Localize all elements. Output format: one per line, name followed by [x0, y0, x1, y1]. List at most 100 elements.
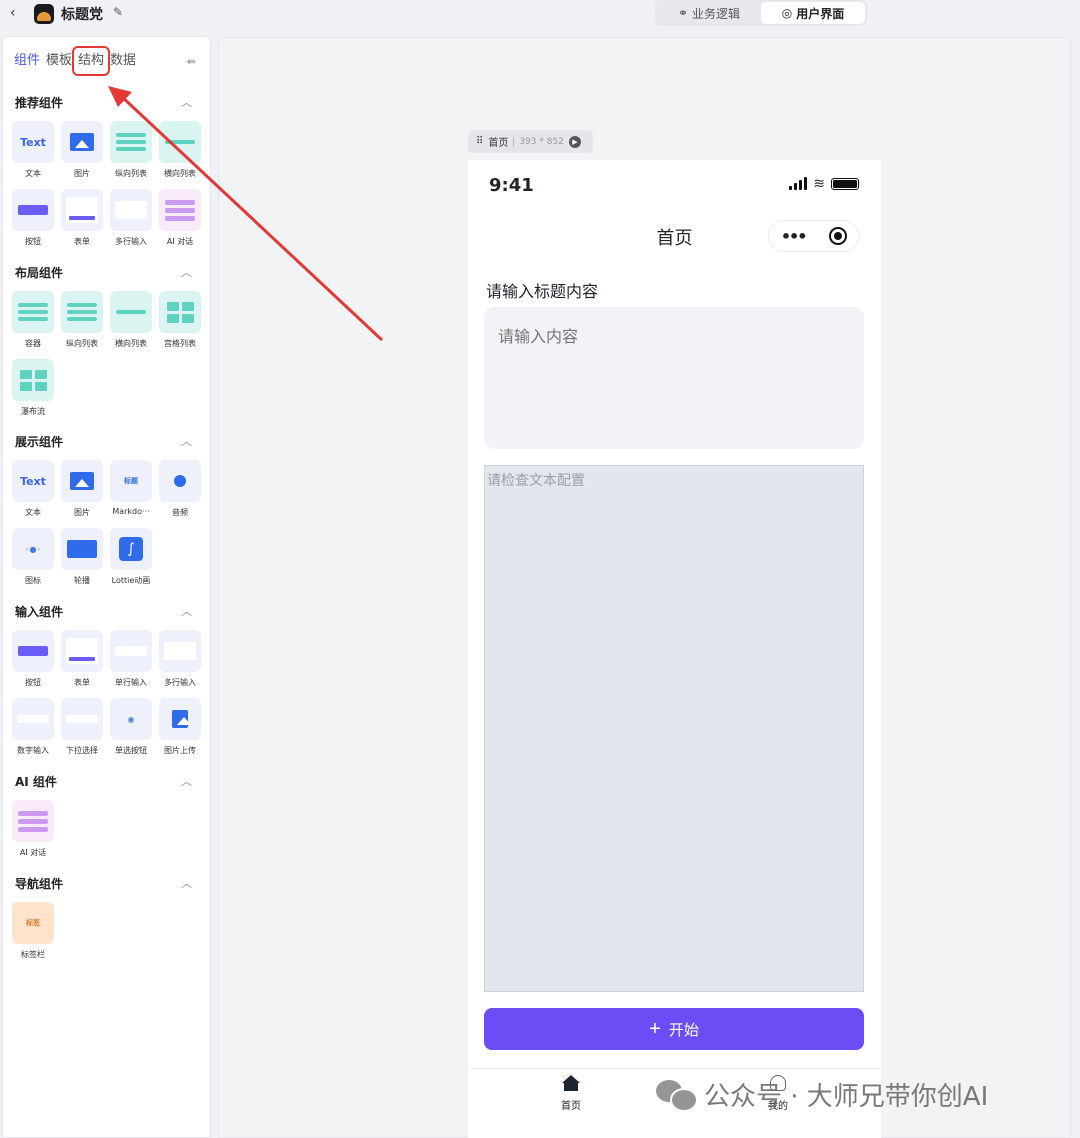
component-image[interactable]: 图片 [60, 121, 104, 179]
component-single-line-input[interactable]: 单行输入 [109, 630, 153, 688]
component-vertical-list[interactable]: 纵向列表 [109, 121, 153, 179]
text-output[interactable]: 请检查文本配置 [484, 465, 864, 992]
lottie-icon: ∫ [119, 537, 143, 561]
watermark: 公众号 · 大师兄带你创AI [656, 1076, 988, 1113]
list-icon [116, 130, 146, 154]
section-title-navigation: 导航组件 [15, 877, 64, 891]
component-icon[interactable]: ◦●◦ 图标 [11, 528, 55, 586]
component-tab-bar[interactable]: 标签 标签栏 [11, 902, 55, 960]
list-icon [165, 137, 195, 147]
chevron-left-icon[interactable]: ‹ [10, 5, 16, 21]
input-icon [115, 201, 147, 219]
component-multiline-input[interactable]: 多行输入 [158, 630, 202, 688]
app-title: 标题党 [61, 7, 103, 23]
tabbar-item-home[interactable]: 首页 [541, 1075, 601, 1112]
waterfall-icon [19, 369, 47, 391]
markdown-icon: 标题 [124, 477, 138, 485]
radio-icon: ◉ [127, 714, 135, 724]
component-dropdown[interactable]: 下拉选择 [60, 698, 104, 756]
content-textarea[interactable] [484, 307, 864, 449]
text-glyph: Text [20, 135, 46, 149]
close-target-icon[interactable] [829, 227, 848, 245]
tab-templates[interactable]: 模板 [44, 50, 74, 72]
chevron-up-icon[interactable]: ︿ [181, 433, 192, 449]
start-button[interactable]: + 开始 [484, 1008, 864, 1050]
collapse-panel-icon[interactable]: ⇚ [187, 55, 196, 68]
button-icon [18, 646, 48, 656]
component-button[interactable]: 按钮 [11, 189, 55, 247]
grid-icon [166, 301, 194, 323]
audio-icon [174, 475, 186, 487]
signal-icon [789, 177, 808, 190]
tab-structure[interactable]: 结构 [72, 46, 111, 76]
tab-components[interactable]: 组件 [12, 50, 42, 72]
component-text[interactable]: Text 文本 [11, 121, 55, 179]
component-lottie[interactable]: ∫ Lottie动画 [109, 528, 153, 586]
component-radio[interactable]: ◉ 单选按钮 [109, 698, 153, 756]
tabbar-icon: 标签 [26, 919, 40, 927]
component-form[interactable]: 表单 [60, 630, 104, 688]
component-grid-list[interactable]: 宫格列表 [158, 291, 202, 349]
form-icon [66, 197, 98, 223]
page-chip[interactable]: ⠿ 首页 393 * 852 ▶ [468, 130, 593, 153]
component-container[interactable]: 容器 [11, 291, 55, 349]
icons-icon: ◦●◦ [24, 544, 42, 554]
flow-icon: ⚭ [677, 6, 689, 20]
component-markdown[interactable]: 标题 Markdo··· [109, 460, 153, 516]
carousel-icon [67, 540, 97, 558]
container-icon [18, 300, 48, 324]
status-time: 9:41 [489, 175, 534, 196]
component-ai-chat[interactable]: AI 对话 [11, 800, 55, 858]
image-icon [70, 472, 94, 490]
component-multiline-input[interactable]: 多行输入 [109, 189, 153, 247]
component-form[interactable]: 表单 [60, 189, 104, 247]
plus-icon: + [649, 1018, 661, 1040]
component-text[interactable]: Text 文本 [11, 460, 55, 518]
text-glyph: Text [20, 474, 46, 488]
component-button[interactable]: 按钮 [11, 630, 55, 688]
mode-business-logic[interactable]: ⚭ 业务逻辑 [657, 2, 761, 24]
component-audio[interactable]: 音频 [158, 460, 202, 518]
chevron-up-icon[interactable]: ︿ [181, 264, 192, 280]
page-name: 首页 [488, 138, 509, 149]
section-title-recommended: 推荐组件 [15, 96, 64, 110]
image-icon [70, 133, 94, 151]
button-icon [18, 205, 48, 215]
component-ai-chat[interactable]: AI 对话 [158, 189, 202, 247]
mode-user-interface[interactable]: ◎ 用户界面 [761, 2, 865, 24]
chat-icon [18, 808, 48, 835]
top-bar: ‹ 标题党 ✎ ⚭ 业务逻辑 ◎ 用户界面 [0, 0, 1080, 28]
chevron-up-icon[interactable]: ︿ [181, 94, 192, 110]
component-number-input[interactable]: 数字输入 [11, 698, 55, 756]
preview-icon[interactable]: ▶ [568, 135, 581, 148]
tab-data[interactable]: 数据 [108, 50, 138, 72]
component-carousel[interactable]: 轮播 [60, 528, 104, 586]
component-vertical-list[interactable]: 纵向列表 [60, 291, 104, 349]
chevron-up-icon[interactable]: ︿ [181, 773, 192, 789]
dropdown-icon [66, 715, 98, 723]
home-icon [562, 1075, 580, 1091]
component-image-upload[interactable]: 图片上传 [158, 698, 202, 756]
wifi-icon: ≋ [813, 176, 825, 192]
battery-icon [831, 178, 859, 190]
component-horizontal-list[interactable]: 横向列表 [158, 121, 202, 179]
edit-icon[interactable]: ✎ [113, 5, 123, 19]
section-title-input: 输入组件 [15, 605, 64, 619]
chevron-up-icon[interactable]: ︿ [181, 875, 192, 891]
component-horizontal-list[interactable]: 横向列表 [109, 291, 153, 349]
input-icon [164, 642, 196, 660]
field-label: 请输入标题内容 [486, 282, 599, 301]
component-image[interactable]: 图片 [60, 460, 104, 518]
list-icon [116, 307, 146, 317]
mini-program-capsule: ••• [768, 220, 860, 252]
component-waterfall[interactable]: 瀑布流 [11, 359, 55, 417]
input-icon [115, 646, 147, 656]
more-icon[interactable]: ••• [781, 227, 808, 246]
phone-preview: 9:41 ≋ 首页 ••• 请输入标题内容 请检查文本配置 + 开始 首页 我的 [468, 160, 881, 1138]
drag-handle-icon[interactable]: ⠿ [476, 136, 483, 147]
app-logo [34, 4, 54, 24]
wechat-icon [656, 1079, 698, 1112]
panel-tabs: 组件 模板 结构 数据 [12, 46, 140, 76]
chevron-up-icon[interactable]: ︿ [181, 603, 192, 619]
status-icons: ≋ [789, 176, 859, 192]
